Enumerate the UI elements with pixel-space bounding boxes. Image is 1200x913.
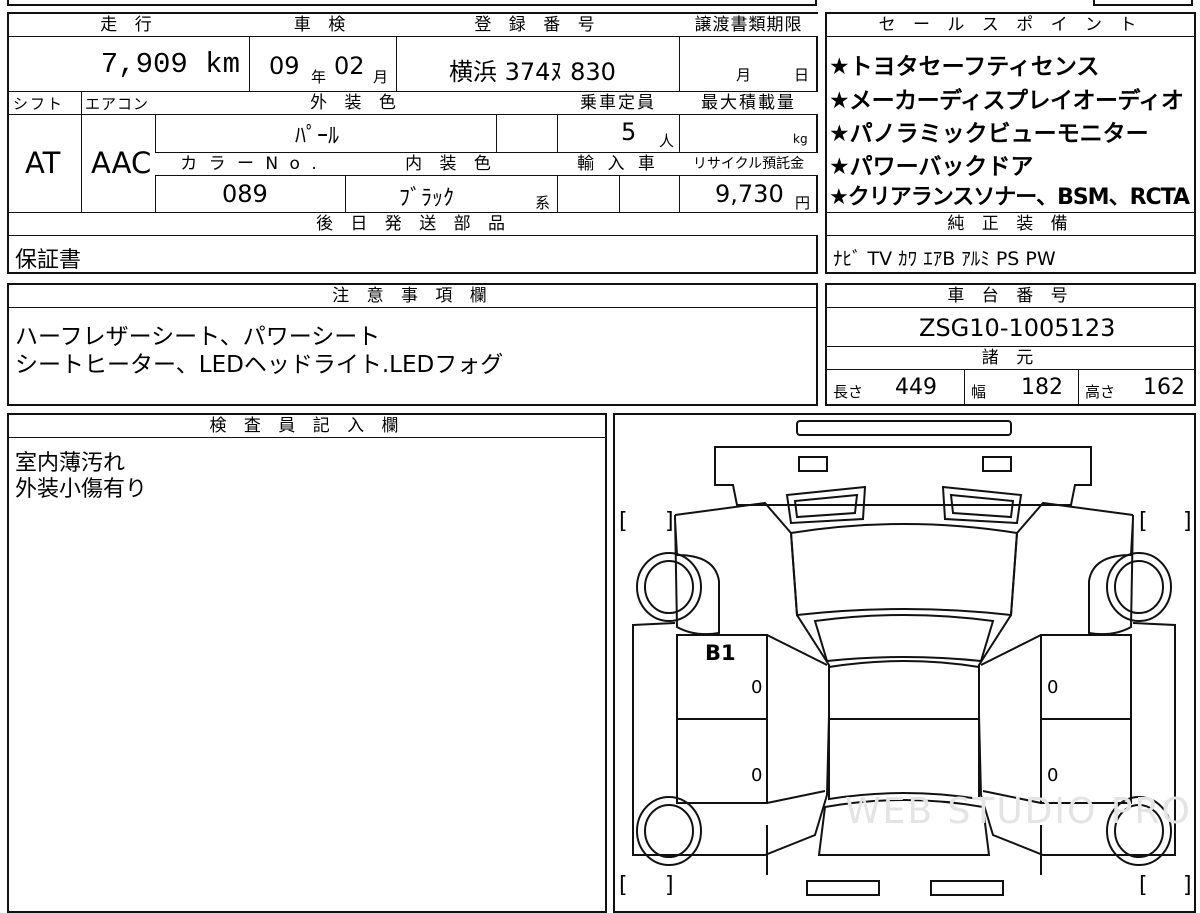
bracket-open: [ — [619, 509, 628, 534]
bracket-open: [ — [1139, 509, 1148, 534]
top-stub-row — [7, 0, 817, 6]
damage-mark-num: 0 — [751, 765, 763, 786]
sales-points-header: セ ー ル ス ポ イ ン ト — [827, 14, 1194, 36]
shift-header: シフト — [13, 95, 65, 113]
bracket-close: ] — [1183, 509, 1192, 534]
sales-point-item: ★トヨタセーフティセンス — [829, 54, 1100, 80]
equipment-header: 純 正 装 備 — [827, 213, 1194, 235]
damage-mark-num: 0 — [1047, 765, 1059, 786]
inspection-month: 02 — [334, 52, 365, 80]
inspection-header: 車 検 — [249, 14, 396, 36]
color-no-header: カ ラ ー N o . — [155, 153, 345, 175]
exterior-header: 外 装 色 — [155, 92, 557, 114]
registration-value: 横浜 374ﾇ 830 — [449, 58, 616, 86]
notes-box: 注 意 事 項 欄 ハーフレザーシート、パワーシート シートヒーター、LEDヘッ… — [7, 283, 818, 406]
bracket-close: ] — [665, 509, 674, 534]
transfer-day: 日 — [794, 66, 810, 84]
damage-mark-b1: B1 — [705, 641, 736, 665]
damage-mark-num: 0 — [1047, 677, 1059, 698]
transfer-deadline-header: 譲渡書類期限 — [679, 14, 818, 36]
chassis-box: 車 台 番 号 ZSG10-1005123 諸 元 長さ 449 幅 182 高… — [825, 283, 1196, 406]
inspector-header: 検 査 員 記 入 欄 — [9, 415, 605, 437]
ac-header: エアコン — [85, 95, 150, 113]
ac-value: AAC — [91, 146, 152, 180]
year-unit: 年 — [311, 68, 327, 86]
car-body-diagram — [632, 420, 1176, 896]
capacity-unit: 人 — [659, 132, 675, 150]
spec-width-value: 182 — [1021, 375, 1063, 400]
notes-header: 注 意 事 項 欄 — [9, 285, 816, 307]
sales-point-item: ★クリアランスソナー、BSM、RCTA — [829, 185, 1190, 210]
damage-mark-num: 0 — [751, 677, 763, 698]
maxload-unit: kg — [793, 132, 808, 146]
later-parts-value: 保証書 — [15, 248, 82, 273]
import-header: 輸 入 車 — [557, 153, 679, 175]
bracket-close: ] — [665, 873, 674, 898]
watermark: WEB STUDIO PRO — [845, 791, 1192, 832]
registration-header: 登 録 番 号 — [396, 14, 679, 36]
shift-value: AT — [25, 146, 61, 180]
specs-header: 諸 元 — [827, 347, 1194, 369]
chassis-value: ZSG10-1005123 — [919, 314, 1116, 342]
maxload-header: 最大積載量 — [679, 92, 818, 114]
bracket-open: [ — [1139, 873, 1148, 898]
interior-value: ﾌﾞﾗｯｸ — [399, 186, 455, 211]
month-unit: 月 — [373, 68, 389, 86]
vehicle-info-grid: 走 行 車 検 登 録 番 号 譲渡書類期限 7,909 km 09 年 02 … — [7, 12, 818, 274]
mileage-value: 7,909 km — [100, 48, 240, 81]
recycle-value: 9,730 — [715, 180, 784, 208]
bracket-open: [ — [619, 873, 628, 898]
sales-point-item: ★パワーバックドア — [829, 154, 1034, 180]
spec-length-label: 長さ — [833, 383, 864, 401]
spec-height-label: 高さ — [1085, 383, 1116, 401]
color-no-value: 089 — [222, 180, 268, 208]
spec-length-value: 449 — [895, 375, 937, 400]
interior-suffix: 系 — [535, 194, 551, 212]
spec-width-label: 幅 — [971, 383, 987, 401]
sales-point-item: ★パノラミックビューモニター — [829, 121, 1149, 147]
inspector-box: 検 査 員 記 入 欄 室内薄汚れ 外装小傷有り — [7, 413, 607, 913]
equipment-value: ﾅﾋﾞ TV ｶﾜ ｴｱB ｱﾙﾐ PS PW — [833, 248, 1056, 270]
car-diagram-box: [ ] [ ] [ ] [ ] B1 0 0 0 0 WEB STUDIO PR… — [613, 413, 1196, 913]
recycle-header: リサイクル預託金 — [679, 153, 818, 175]
sales-points-box: セ ー ル ス ポ イ ン ト ★トヨタセーフティセンス ★メーカーディスプレイ… — [825, 12, 1196, 274]
bracket-close: ] — [1183, 873, 1192, 898]
inspection-year: 09 — [269, 52, 300, 80]
chassis-header: 車 台 番 号 — [827, 285, 1194, 307]
transfer-month: 月 — [736, 66, 752, 84]
notes-line: シートヒーター、LEDヘッドライト.LEDフォグ — [15, 352, 504, 378]
mileage-header: 走 行 — [9, 14, 249, 36]
interior-header: 内 装 色 — [345, 153, 557, 175]
recycle-unit: 円 — [795, 194, 811, 212]
capacity-header: 乗車定員 — [557, 92, 679, 114]
spec-height-value: 162 — [1143, 375, 1185, 400]
top-stub-right — [1093, 0, 1193, 6]
later-parts-header: 後 日 発 送 部 品 — [9, 213, 818, 235]
capacity-value: 5 — [621, 118, 637, 146]
inspector-line: 外装小傷有り — [15, 477, 148, 502]
exterior-value: ﾊﾟｰﾙ — [295, 124, 340, 149]
sales-point-item: ★メーカーディスプレイオーディオ — [829, 88, 1184, 114]
